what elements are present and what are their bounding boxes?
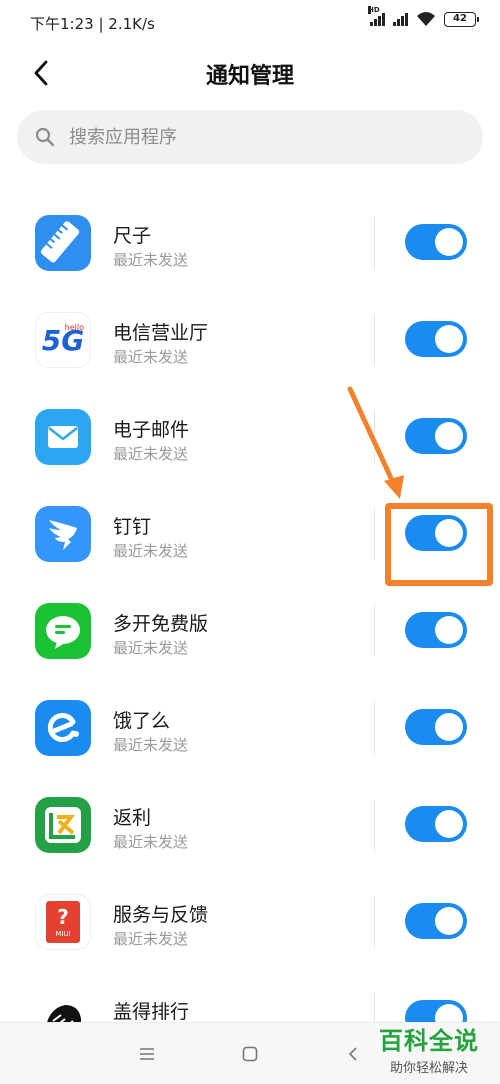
dingtalk-icon	[35, 506, 91, 562]
watermark-subtitle: 助你轻松解决	[389, 1061, 468, 1076]
status-bar: 下午1:23 | 2.1K/s HD 42	[0, 0, 500, 44]
notification-toggle[interactable]	[405, 321, 467, 357]
fanli-icon	[35, 797, 91, 853]
app-status: 最近未发送	[113, 833, 189, 851]
divider	[374, 896, 375, 948]
watermark-logo: 百科全说 助你轻松解决	[370, 1027, 488, 1076]
app-status: 最近未发送	[113, 736, 189, 754]
app-status: 最近未发送	[113, 251, 189, 269]
notification-toggle[interactable]	[405, 806, 467, 842]
divider	[374, 217, 375, 269]
search-icon	[35, 127, 55, 147]
navigation-bar: 百科全说 助你轻松解决	[0, 1022, 500, 1084]
square-icon	[242, 1046, 258, 1062]
signal-icon	[393, 12, 408, 26]
search-bar[interactable]	[17, 110, 483, 164]
divider	[374, 799, 375, 851]
toggle-knob	[435, 228, 463, 256]
divider	[374, 508, 375, 560]
ruler-icon	[35, 215, 91, 271]
home-button[interactable]	[240, 1044, 260, 1064]
app-name: 饿了么	[113, 710, 171, 732]
app-status: 最近未发送	[113, 930, 189, 948]
notification-toggle[interactable]	[405, 612, 467, 648]
app-status: 最近未发送	[113, 348, 189, 366]
toggle-knob	[435, 713, 463, 741]
app-name: 多开免费版	[113, 613, 209, 635]
list-item[interactable]: 尺子 最近未发送	[0, 195, 500, 292]
recent-apps-button[interactable]	[137, 1044, 157, 1064]
divider	[374, 314, 375, 366]
mail-icon	[35, 409, 91, 465]
search-input[interactable]	[69, 126, 449, 148]
eleme-icon	[35, 700, 91, 756]
list-item[interactable]: 返利 最近未发送	[0, 777, 500, 874]
header: 通知管理	[0, 44, 500, 102]
toggle-knob	[435, 907, 463, 935]
list-item[interactable]: 5G hello 电信营业厅 最近未发送	[0, 292, 500, 389]
app-name: 尺子	[113, 225, 152, 247]
app-status: 最近未发送	[113, 542, 189, 560]
page-title: 通知管理	[205, 64, 294, 89]
miui-label: MIUI	[55, 929, 71, 938]
divider	[374, 605, 375, 657]
app-name: 返利	[113, 807, 152, 829]
notification-toggle[interactable]	[405, 224, 467, 260]
app-name: 电信营业厅	[113, 322, 209, 344]
status-time: 下午1:23 | 2.1K/s	[30, 15, 155, 33]
chevron-left-icon	[348, 1047, 357, 1061]
toggle-knob	[435, 810, 463, 838]
status-icons: HD 42	[368, 6, 479, 27]
app-name: 电子邮件	[113, 419, 190, 441]
signal-hd-icon: HD	[368, 6, 385, 26]
feedback-icon: ? MIUI	[35, 894, 91, 950]
notification-toggle[interactable]	[405, 903, 467, 939]
app-status: 最近未发送	[113, 639, 189, 657]
question-mark-icon: ?	[57, 904, 69, 929]
list-item[interactable]: ? MIUI 服务与反馈 最近未发送	[0, 874, 500, 971]
annotation-highlight-box	[385, 503, 493, 586]
app-name: 盖得排行	[113, 1001, 190, 1023]
chat-bubble-icon	[35, 603, 91, 659]
hd-label: HD	[368, 6, 380, 14]
list-item[interactable]: 多开免费版 最近未发送	[0, 583, 500, 680]
notification-toggle[interactable]	[405, 709, 467, 745]
toggle-knob	[435, 422, 463, 450]
list-item[interactable]: 电子邮件 最近未发送	[0, 389, 500, 486]
list-item[interactable]: 饿了么 最近未发送	[0, 680, 500, 777]
annotation-arrow	[347, 386, 404, 499]
nav-back-button[interactable]	[343, 1044, 363, 1064]
menu-icon	[140, 1048, 154, 1060]
wifi-icon	[417, 12, 435, 26]
app-list: 尺子 最近未发送 5G hello 电信营业厅 最近未发送 电子邮件 最近未发送	[0, 195, 500, 1068]
app-status: 最近未发送	[113, 445, 189, 463]
app-name: 服务与反馈	[113, 904, 209, 926]
toggle-knob	[435, 616, 463, 644]
battery-icon: 42	[444, 11, 479, 27]
watermark-title: 百科全说	[379, 1027, 479, 1055]
app-name: 钉钉	[113, 516, 152, 538]
divider	[374, 702, 375, 754]
toggle-knob	[435, 325, 463, 353]
hello-label: hello	[64, 323, 84, 332]
5g-hello-icon: 5G hello	[35, 312, 91, 368]
